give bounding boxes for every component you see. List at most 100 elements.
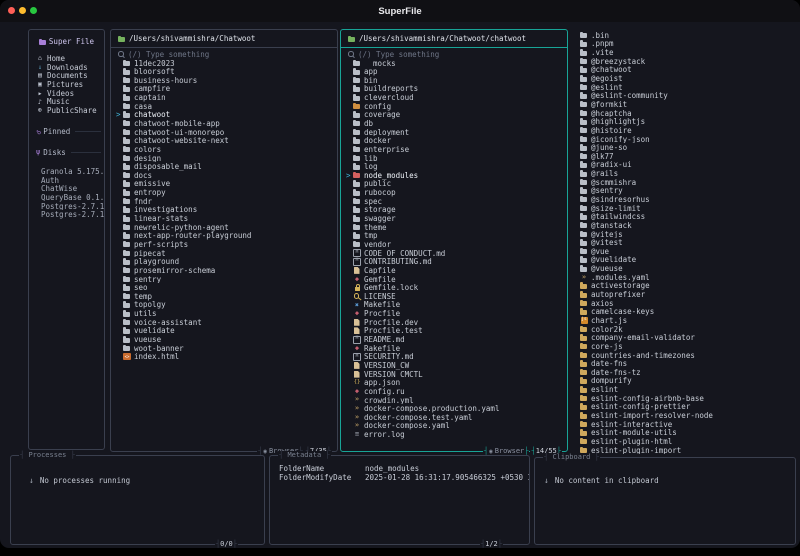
file-row[interactable]: bloorsoft [116, 67, 333, 76]
file-row[interactable]: @rails [571, 169, 797, 178]
file-row[interactable]: lib [346, 154, 563, 162]
file-row[interactable]: eslint [571, 385, 797, 394]
file-row[interactable]: @tailwindcss [571, 212, 797, 221]
file-row[interactable]: @formkit [571, 100, 797, 109]
file-row[interactable]: .bin [571, 31, 797, 40]
file-row[interactable]: @hcaptcha [571, 109, 797, 117]
sidebar-nav-item[interactable]: Pictures [36, 80, 104, 89]
file-row[interactable]: pipecat [116, 249, 333, 257]
file-row[interactable]: CODE_OF_CONDUCT.md [346, 249, 563, 258]
file-row[interactable]: emissive [116, 180, 333, 188]
file-row[interactable]: LICENSE [346, 292, 563, 301]
file-row[interactable]: linear-stats [116, 214, 333, 223]
file-row[interactable]: company-email-validator [571, 333, 797, 342]
file-row[interactable]: __mocks__ [346, 59, 563, 67]
file-row[interactable]: axios [571, 299, 797, 308]
file-row[interactable]: eslint-plugin-import [571, 446, 797, 454]
sidebar-nav-item[interactable]: Documents [36, 71, 104, 80]
file-row[interactable]: node_modules [346, 171, 563, 180]
file-row[interactable]: theme [346, 223, 563, 232]
file-row[interactable]: @scmmishra [571, 178, 797, 187]
file-row[interactable]: @lk77 [571, 152, 797, 161]
disk-item[interactable]: Granola 5.175.0... [41, 167, 104, 176]
file-row[interactable]: buildreports [346, 85, 563, 93]
file-row[interactable]: vendor [346, 240, 563, 249]
file-row[interactable]: date-fns-tz [571, 368, 797, 377]
file-row[interactable]: @iconify-json [571, 135, 797, 143]
sidebar-nav-item[interactable]: PublicShare [36, 106, 104, 115]
file-row[interactable]: docs [116, 171, 333, 180]
minimize-window-button[interactable] [19, 6, 26, 14]
file-row[interactable]: Gemfile [346, 275, 563, 284]
file-row[interactable]: SECURITY.md [346, 352, 563, 361]
file-row[interactable]: woot-banner [116, 344, 333, 352]
file-row[interactable]: temp [116, 292, 333, 301]
file-row[interactable]: bin [346, 76, 563, 85]
file-row[interactable]: @breezystack [571, 57, 797, 66]
file-row[interactable]: crowdin.yml [346, 396, 563, 405]
file-row[interactable]: playground [116, 257, 333, 266]
file-row[interactable]: @vitejs [571, 230, 797, 238]
file-row[interactable]: fndr [116, 197, 333, 206]
file-row[interactable]: chatwoot [116, 111, 333, 119]
file-row[interactable]: utils [116, 309, 333, 318]
file-row[interactable]: error.log [346, 430, 563, 439]
file-row[interactable]: docker-compose.production.yaml [346, 404, 563, 413]
file-row[interactable]: clevercloud [346, 93, 563, 102]
file-row[interactable]: @eslint-community [571, 91, 797, 100]
sidebar-nav-item[interactable]: Videos [36, 89, 104, 98]
file-row[interactable]: entropy [116, 188, 333, 197]
file-row[interactable]: tmp [346, 232, 563, 240]
file-row[interactable]: @june-so [571, 143, 797, 152]
file-row[interactable]: log [346, 162, 563, 171]
file-row[interactable]: @tanstack [571, 221, 797, 230]
file-row[interactable]: Procfile.test [346, 327, 563, 336]
file-row[interactable]: colors [116, 145, 333, 154]
file-row[interactable]: @radix-ui [571, 161, 797, 169]
file-row[interactable]: eslint-module-utils [571, 428, 797, 437]
file-row[interactable]: vuelidate [116, 327, 333, 335]
file-row[interactable]: @vitest [571, 238, 797, 247]
file-row[interactable]: newrelic-python-agent [116, 223, 333, 232]
file-row[interactable]: Procfile [346, 309, 563, 318]
file-row[interactable]: seo [116, 283, 333, 292]
file-row[interactable]: .pnpm [571, 40, 797, 48]
file-row[interactable]: app.json [346, 378, 563, 387]
disk-item[interactable]: ChatWise [41, 184, 104, 193]
file-row[interactable]: @chatwoot [571, 66, 797, 74]
file-row[interactable]: @vueuse [571, 264, 797, 273]
disk-item[interactable]: QueryBase 0.1.2... [41, 193, 104, 202]
file-row[interactable]: VERSION_CMCTL [346, 370, 563, 379]
file-row[interactable]: coverage [346, 111, 563, 119]
file-row[interactable]: vueuse [116, 335, 333, 344]
file-row[interactable]: Procfile.dev [346, 318, 563, 327]
file-row[interactable]: CONTRIBUTING.md [346, 257, 563, 266]
file-row[interactable]: deployment [346, 128, 563, 136]
panel2-path-bar[interactable]: /Users/shivammishra/Chatwoot/chatwoot [341, 30, 567, 48]
file-row[interactable]: topolgy [116, 301, 333, 309]
file-row[interactable]: spec [346, 197, 563, 206]
file-row[interactable]: .vite [571, 48, 797, 57]
file-row[interactable]: dompurify [571, 377, 797, 385]
file-row[interactable]: docker [346, 136, 563, 145]
file-row[interactable]: design [116, 154, 333, 162]
file-row[interactable]: Makefile [346, 301, 563, 310]
file-row[interactable]: storage [346, 206, 563, 214]
file-row[interactable]: docker-compose.yaml [346, 422, 563, 431]
file-row[interactable]: @vue [571, 247, 797, 256]
file-row[interactable]: business-hours [116, 76, 333, 85]
file-row[interactable]: date-fns [571, 359, 797, 368]
file-row[interactable]: captain [116, 93, 333, 102]
file-row[interactable]: next-app-router-playground [116, 232, 333, 240]
file-row[interactable]: chatwoot-mobile-app [116, 119, 333, 128]
disk-item[interactable]: Postgres-2.7.10... [41, 210, 104, 219]
file-row[interactable]: app [346, 67, 563, 76]
file-row[interactable]: chart.js [571, 316, 797, 325]
file-row[interactable]: voice-assistant [116, 318, 333, 327]
file-row[interactable]: investigations [116, 206, 333, 214]
file-row[interactable]: @vuelidate [571, 256, 797, 264]
file-row[interactable]: public [346, 180, 563, 188]
file-row[interactable]: config.ru [346, 387, 563, 396]
file-row[interactable]: eslint-config-prettier [571, 403, 797, 411]
file-row[interactable]: @size-limit [571, 204, 797, 212]
